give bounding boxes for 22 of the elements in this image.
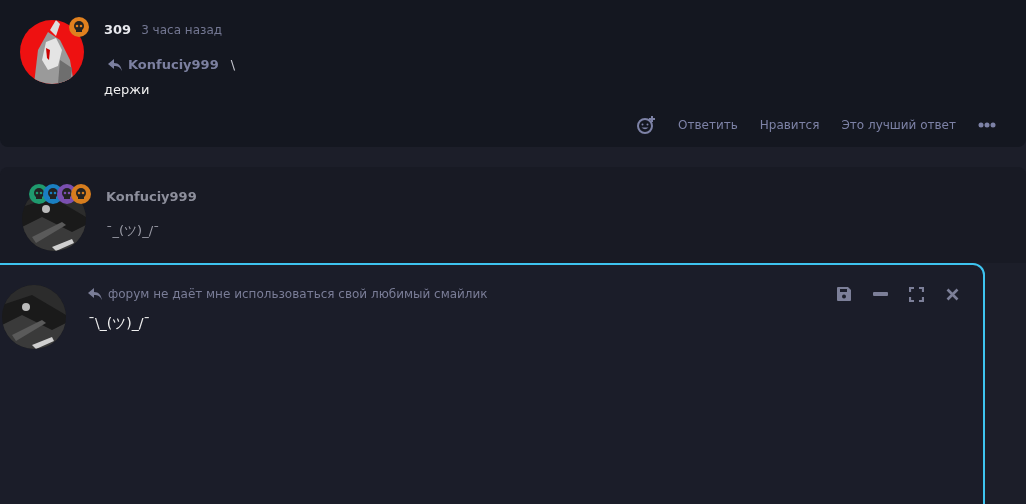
reply-icon: [108, 58, 122, 71]
add-reaction-button[interactable]: [636, 115, 656, 135]
author-name[interactable]: 309: [104, 22, 132, 37]
action-link[interactable]: Ответить: [678, 118, 738, 132]
action-link[interactable]: Нравится: [759, 118, 820, 132]
more-icon: [978, 122, 996, 128]
quote-text: \: [230, 57, 236, 72]
reply-to-text: форум не даёт мне использоваться свой любимый смайлик: [108, 287, 488, 301]
reply-icon: [88, 288, 102, 300]
more-button[interactable]: [978, 122, 996, 128]
minimize-icon: [872, 292, 888, 296]
action-link[interactable]: Это лучший ответ: [841, 118, 956, 132]
post-time: 3 часа назад: [141, 23, 223, 37]
post-text: ¯_(ツ)_/¯: [106, 222, 160, 240]
post-text: держи: [104, 82, 150, 97]
expand-icon: [908, 286, 924, 302]
save-icon: [836, 286, 852, 302]
close-icon: [945, 287, 959, 301]
smiley-plus-icon: [636, 115, 656, 135]
quote-author-link[interactable]: Konfuciy999: [108, 57, 219, 72]
message-input[interactable]: ¯\_(ツ)_/¯: [88, 315, 963, 333]
author-name[interactable]: Konfuciy999: [106, 189, 197, 204]
